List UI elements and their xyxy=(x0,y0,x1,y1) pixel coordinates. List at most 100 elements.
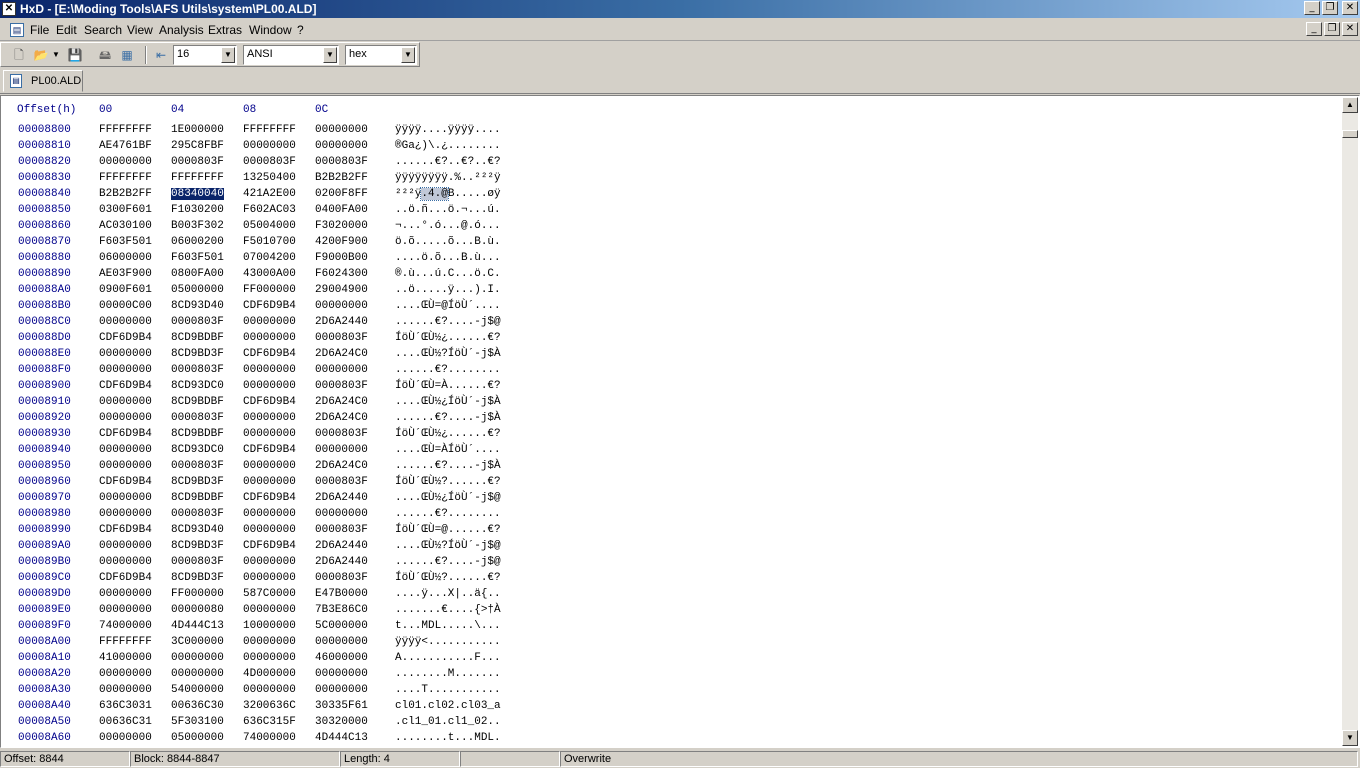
text-column[interactable]: ÍöÙ´ŒÙ=@......€? xyxy=(395,524,501,536)
hex-group[interactable]: 00000000 xyxy=(99,492,152,504)
minimize-button[interactable]: _ xyxy=(1304,1,1320,15)
hex-group[interactable]: 5C000000 xyxy=(315,620,368,632)
hex-group[interactable]: 7B3E86C0 xyxy=(315,604,368,616)
hex-group[interactable]: 00000000 xyxy=(243,652,296,664)
hex-group[interactable]: 00636C30 xyxy=(171,700,224,712)
hex-row[interactable]: 00008840 B2B2B2FF 08340040 421A2E00 0200F8FF… xyxy=(1,187,1341,204)
hex-group[interactable]: 2D6A2440 xyxy=(315,556,368,568)
hex-row[interactable]: 00008990 CDF6D9B4 8CD93D40 00000000 0000803F… xyxy=(1,524,1341,540)
hex-group[interactable]: F1030200 xyxy=(171,204,224,216)
hex-row[interactable]: 000088D0 CDF6D9B4 8CD9BDBF 00000000 0000803F… xyxy=(1,332,1341,348)
hex-group[interactable]: FF000000 xyxy=(243,284,296,296)
hex-group[interactable]: 00000000 xyxy=(315,140,368,152)
document-icon[interactable]: ▤ xyxy=(10,23,24,37)
hex-row[interactable]: 00008A50 00636C31 5F303100 636C315F 30320000… xyxy=(1,716,1341,732)
hex-group[interactable]: 636C315F xyxy=(243,716,296,728)
hex-group[interactable]: 07004200 xyxy=(243,252,296,264)
hex-group[interactable]: 3200636C xyxy=(243,700,296,712)
hex-group[interactable]: 4D444C13 xyxy=(171,620,224,632)
hex-row[interactable]: 000089F0 74000000 4D444C13 10000000 5C000000… xyxy=(1,620,1341,636)
hex-group[interactable]: 8CD93D40 xyxy=(171,300,224,312)
hex-group[interactable]: 00000000 xyxy=(99,364,152,376)
hex-group[interactable]: 74000000 xyxy=(99,620,152,632)
hex-group[interactable]: 00000000 xyxy=(243,572,296,584)
text-column[interactable]: ......€?........ xyxy=(395,364,501,376)
scroll-thumb[interactable] xyxy=(1342,130,1358,138)
text-column[interactable]: ÿÿÿÿÿÿÿÿ.%..²²²ÿ xyxy=(395,172,501,184)
text-column[interactable]: ¬...°.ó...@.ó... xyxy=(395,220,501,232)
tab-pl00-ald[interactable]: ▤ PL00.ALD xyxy=(3,70,83,92)
hex-group[interactable]: 00000000 xyxy=(243,364,296,376)
hex-group[interactable]: 00000000 xyxy=(243,140,296,152)
text-column[interactable]: t...MDL.....\... xyxy=(395,620,501,632)
hex-row[interactable]: 00008A10 41000000 00000000 00000000 46000000… xyxy=(1,652,1341,668)
text-column[interactable]: ÿÿÿÿ<........... xyxy=(395,636,501,648)
hex-group[interactable]: CDF6D9B4 xyxy=(99,476,152,488)
hex-group[interactable]: 00000000 xyxy=(315,124,368,136)
hex-group[interactable]: 0400FA00 xyxy=(315,204,368,216)
hex-group[interactable]: 0000803F xyxy=(171,316,224,328)
hex-group[interactable]: FFFFFFFF xyxy=(171,172,224,184)
hex-group[interactable]: 8CD9BDBF xyxy=(171,332,224,344)
text-column[interactable]: ......€?........ xyxy=(395,508,501,520)
hex-group[interactable]: 8CD93D40 xyxy=(171,524,224,536)
hex-group[interactable]: 421A2E00 xyxy=(243,188,296,200)
hex-group[interactable]: 00000000 xyxy=(243,460,296,472)
text-column[interactable]: ....ŒÙ½¿ÍöÙ´-j$@ xyxy=(395,492,501,504)
hex-group[interactable]: CDF6D9B4 xyxy=(243,492,296,504)
hex-group[interactable]: 00000000 xyxy=(243,556,296,568)
hex-group[interactable]: 00000000 xyxy=(99,604,152,616)
hex-group[interactable]: 00000000 xyxy=(315,668,368,680)
text-column[interactable]: cl01.cl02.cl03_a xyxy=(395,700,501,712)
close-button[interactable]: ✕ xyxy=(1342,1,1358,15)
hex-group[interactable]: 2D6A24C0 xyxy=(315,412,368,424)
charset-select[interactable]: ANSI ▼ xyxy=(243,45,339,65)
hex-group[interactable]: 00000000 xyxy=(315,684,368,696)
hex-row[interactable]: 00008870 F603F501 06000200 F5010700 4200F900… xyxy=(1,236,1341,252)
hex-group[interactable]: 0000803F xyxy=(171,412,224,424)
text-column[interactable]: ....ŒÙ½?ÍöÙ´-j$À xyxy=(395,348,501,360)
hex-group[interactable]: 636C3031 xyxy=(99,700,152,712)
hex-group[interactable]: 00000000 xyxy=(315,444,368,456)
hex-group[interactable]: CDF6D9B4 xyxy=(243,444,296,456)
hex-group[interactable]: 00000000 xyxy=(99,588,152,600)
hex-group[interactable]: 2D6A24C0 xyxy=(315,396,368,408)
hex-group[interactable]: 00000C00 xyxy=(99,300,152,312)
hex-row[interactable]: 00008980 00000000 0000803F 00000000 00000000… xyxy=(1,508,1341,524)
hex-group[interactable]: 00000000 xyxy=(243,508,296,520)
hex-group[interactable]: FFFFFFFF xyxy=(99,172,152,184)
status-mode[interactable]: Overwrite xyxy=(560,751,1358,767)
menu-file[interactable]: File xyxy=(30,23,49,37)
hex-row[interactable]: 00008A20 00000000 00000000 4D000000 00000000… xyxy=(1,668,1341,684)
hex-group[interactable]: F9000B00 xyxy=(315,252,368,264)
hex-group[interactable]: B2B2B2FF xyxy=(99,188,152,200)
hex-row[interactable]: 000089E0 00000000 00000080 00000000 7B3E86C0… xyxy=(1,604,1341,620)
text-column[interactable]: A...........F... xyxy=(395,652,501,664)
text-column[interactable]: ......€?....-j$@ xyxy=(395,316,501,328)
hex-row[interactable]: 000088C0 00000000 0000803F 00000000 2D6A2440… xyxy=(1,316,1341,332)
hex-group[interactable]: 00000000 xyxy=(243,332,296,344)
hex-group[interactable]: 00000000 xyxy=(99,444,152,456)
hex-group[interactable]: 00000000 xyxy=(315,636,368,648)
hex-group[interactable]: 2D6A2440 xyxy=(315,316,368,328)
hex-row[interactable]: 00008830 FFFFFFFF FFFFFFFF 13250400 B2B2B2FF… xyxy=(1,172,1341,188)
hex-group[interactable]: 0000803F xyxy=(243,156,296,168)
hex-group[interactable]: F6024300 xyxy=(315,268,368,280)
hex-group[interactable]: 00000000 xyxy=(315,300,368,312)
open-disk-icon[interactable]: 🖴 xyxy=(97,47,113,63)
hxd-app-icon[interactable]: ✕ xyxy=(2,2,16,16)
text-column[interactable]: ....T........... xyxy=(395,684,501,696)
hex-group[interactable]: FFFFFFFF xyxy=(99,636,152,648)
hex-row[interactable]: 00008930 CDF6D9B4 8CD9BDBF 00000000 0000803F… xyxy=(1,428,1341,444)
text-column[interactable]: ......€?....-j$À xyxy=(395,412,501,424)
doc-minimize-button[interactable]: _ xyxy=(1306,22,1322,36)
hex-row[interactable]: 00008880 06000000 F603F501 07004200 F9000B00… xyxy=(1,252,1341,268)
hex-group[interactable]: 00000000 xyxy=(99,348,152,360)
hex-group[interactable]: E47B0000 xyxy=(315,588,368,600)
hex-group[interactable]: 05000000 xyxy=(171,284,224,296)
hex-group[interactable]: CDF6D9B4 xyxy=(243,348,296,360)
hex-row[interactable]: 000089A0 00000000 8CD9BD3F CDF6D9B4 2D6A2440… xyxy=(1,540,1341,556)
hex-group[interactable]: F602AC03 xyxy=(243,204,296,216)
hex-group[interactable]: AE4761BF xyxy=(99,140,152,152)
text-column[interactable]: ÍöÙ´ŒÙ=À......€? xyxy=(395,380,501,392)
